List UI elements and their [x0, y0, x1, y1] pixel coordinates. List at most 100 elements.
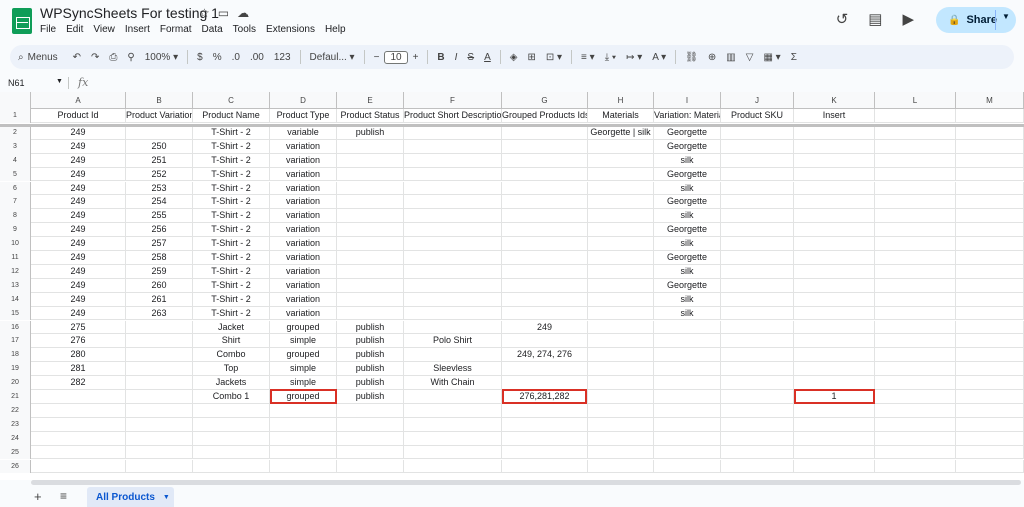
comments-icon[interactable]: ▤: [868, 10, 882, 28]
cell[interactable]: [404, 417, 502, 432]
cell[interactable]: [654, 403, 721, 418]
menu-view[interactable]: View: [93, 24, 121, 35]
cell[interactable]: [588, 167, 654, 182]
cell[interactable]: [875, 362, 956, 377]
cell[interactable]: publish: [337, 376, 404, 390]
column-header-d[interactable]: D: [270, 92, 337, 109]
cell[interactable]: [337, 209, 404, 224]
cell[interactable]: [654, 376, 721, 390]
cell[interactable]: [404, 251, 502, 265]
cell[interactable]: [875, 125, 956, 140]
row-number[interactable]: 22: [0, 403, 31, 418]
cell[interactable]: [502, 459, 588, 474]
text-color-icon[interactable]: A: [484, 52, 491, 63]
column-header-k[interactable]: K: [794, 92, 875, 109]
cell[interactable]: [956, 209, 1024, 224]
cell[interactable]: [794, 292, 875, 307]
cell[interactable]: 275: [31, 320, 126, 335]
cell[interactable]: [337, 417, 404, 432]
cell[interactable]: [794, 251, 875, 265]
cell[interactable]: Polo Shirt: [404, 334, 502, 349]
cell[interactable]: Variation: Material: [654, 109, 721, 123]
font-size-decrease-icon[interactable]: −: [374, 52, 380, 63]
cell[interactable]: variation: [270, 292, 337, 307]
row-number[interactable]: 14: [0, 292, 31, 307]
row-number[interactable]: 11: [0, 251, 31, 265]
add-sheet-icon[interactable]: +: [34, 489, 42, 504]
cell[interactable]: T-Shirt - 2: [193, 292, 270, 307]
cell[interactable]: [404, 320, 502, 335]
cell[interactable]: [126, 376, 193, 390]
percent-button[interactable]: %: [213, 52, 222, 63]
insert-chart-icon[interactable]: ▥: [726, 52, 735, 63]
cell[interactable]: [794, 153, 875, 168]
cell[interactable]: simple: [270, 376, 337, 390]
cell[interactable]: [502, 251, 588, 265]
cell[interactable]: [502, 195, 588, 210]
cell[interactable]: [588, 223, 654, 238]
cell[interactable]: With Chain: [404, 376, 502, 390]
cell[interactable]: [721, 445, 794, 460]
menu-extensions[interactable]: Extensions: [266, 24, 321, 35]
column-header-j[interactable]: J: [721, 92, 794, 109]
cell[interactable]: 261: [126, 292, 193, 307]
cell[interactable]: variation: [270, 153, 337, 168]
cell[interactable]: [721, 223, 794, 238]
select-all-corner[interactable]: [0, 92, 31, 109]
undo-icon[interactable]: ↶: [73, 52, 81, 63]
cell[interactable]: [794, 320, 875, 335]
row-number[interactable]: 3: [0, 139, 31, 154]
cell[interactable]: [404, 306, 502, 321]
cell[interactable]: [794, 209, 875, 224]
cell[interactable]: [270, 431, 337, 446]
cell[interactable]: [794, 125, 875, 140]
cell[interactable]: Combo: [193, 348, 270, 363]
paint-format-icon[interactable]: ⚲: [127, 52, 134, 63]
menu-format[interactable]: Format: [160, 24, 198, 35]
cell[interactable]: [193, 431, 270, 446]
cell[interactable]: [794, 278, 875, 293]
cell[interactable]: publish: [337, 334, 404, 349]
cell[interactable]: [654, 445, 721, 460]
cell[interactable]: [337, 264, 404, 279]
row-number[interactable]: 19: [0, 362, 31, 377]
cell[interactable]: [588, 417, 654, 432]
cell[interactable]: [721, 181, 794, 196]
cell[interactable]: [337, 292, 404, 307]
cell[interactable]: [588, 431, 654, 446]
cell[interactable]: [31, 431, 126, 446]
menu-tools[interactable]: Tools: [233, 24, 262, 35]
cell[interactable]: [794, 264, 875, 279]
cell[interactable]: [956, 153, 1024, 168]
cell[interactable]: [721, 278, 794, 293]
menu-insert[interactable]: Insert: [125, 24, 156, 35]
row-number[interactable]: 9: [0, 223, 31, 238]
cell[interactable]: [126, 125, 193, 140]
cell[interactable]: variation: [270, 209, 337, 224]
cell[interactable]: simple: [270, 334, 337, 349]
cell[interactable]: [404, 195, 502, 210]
cell[interactable]: [794, 181, 875, 196]
row-number[interactable]: 4: [0, 153, 31, 168]
cell[interactable]: [956, 181, 1024, 196]
cell[interactable]: [721, 376, 794, 390]
cell[interactable]: 280: [31, 348, 126, 363]
row-number[interactable]: 23: [0, 417, 31, 432]
cell[interactable]: [721, 251, 794, 265]
menu-file[interactable]: File: [40, 24, 62, 35]
cell[interactable]: publish: [337, 320, 404, 335]
cell[interactable]: [588, 376, 654, 390]
cell[interactable]: [502, 403, 588, 418]
cell[interactable]: 249: [31, 264, 126, 279]
text-rotation-icon[interactable]: A ▾: [652, 52, 666, 63]
cell[interactable]: [126, 445, 193, 460]
menu-edit[interactable]: Edit: [66, 24, 89, 35]
cell[interactable]: [193, 417, 270, 432]
cell[interactable]: [502, 362, 588, 377]
cell[interactable]: [404, 209, 502, 224]
cell[interactable]: [875, 251, 956, 265]
cell[interactable]: simple: [270, 362, 337, 377]
cell[interactable]: [588, 320, 654, 335]
cell[interactable]: [502, 209, 588, 224]
fill-color-icon[interactable]: ◈: [510, 52, 518, 63]
